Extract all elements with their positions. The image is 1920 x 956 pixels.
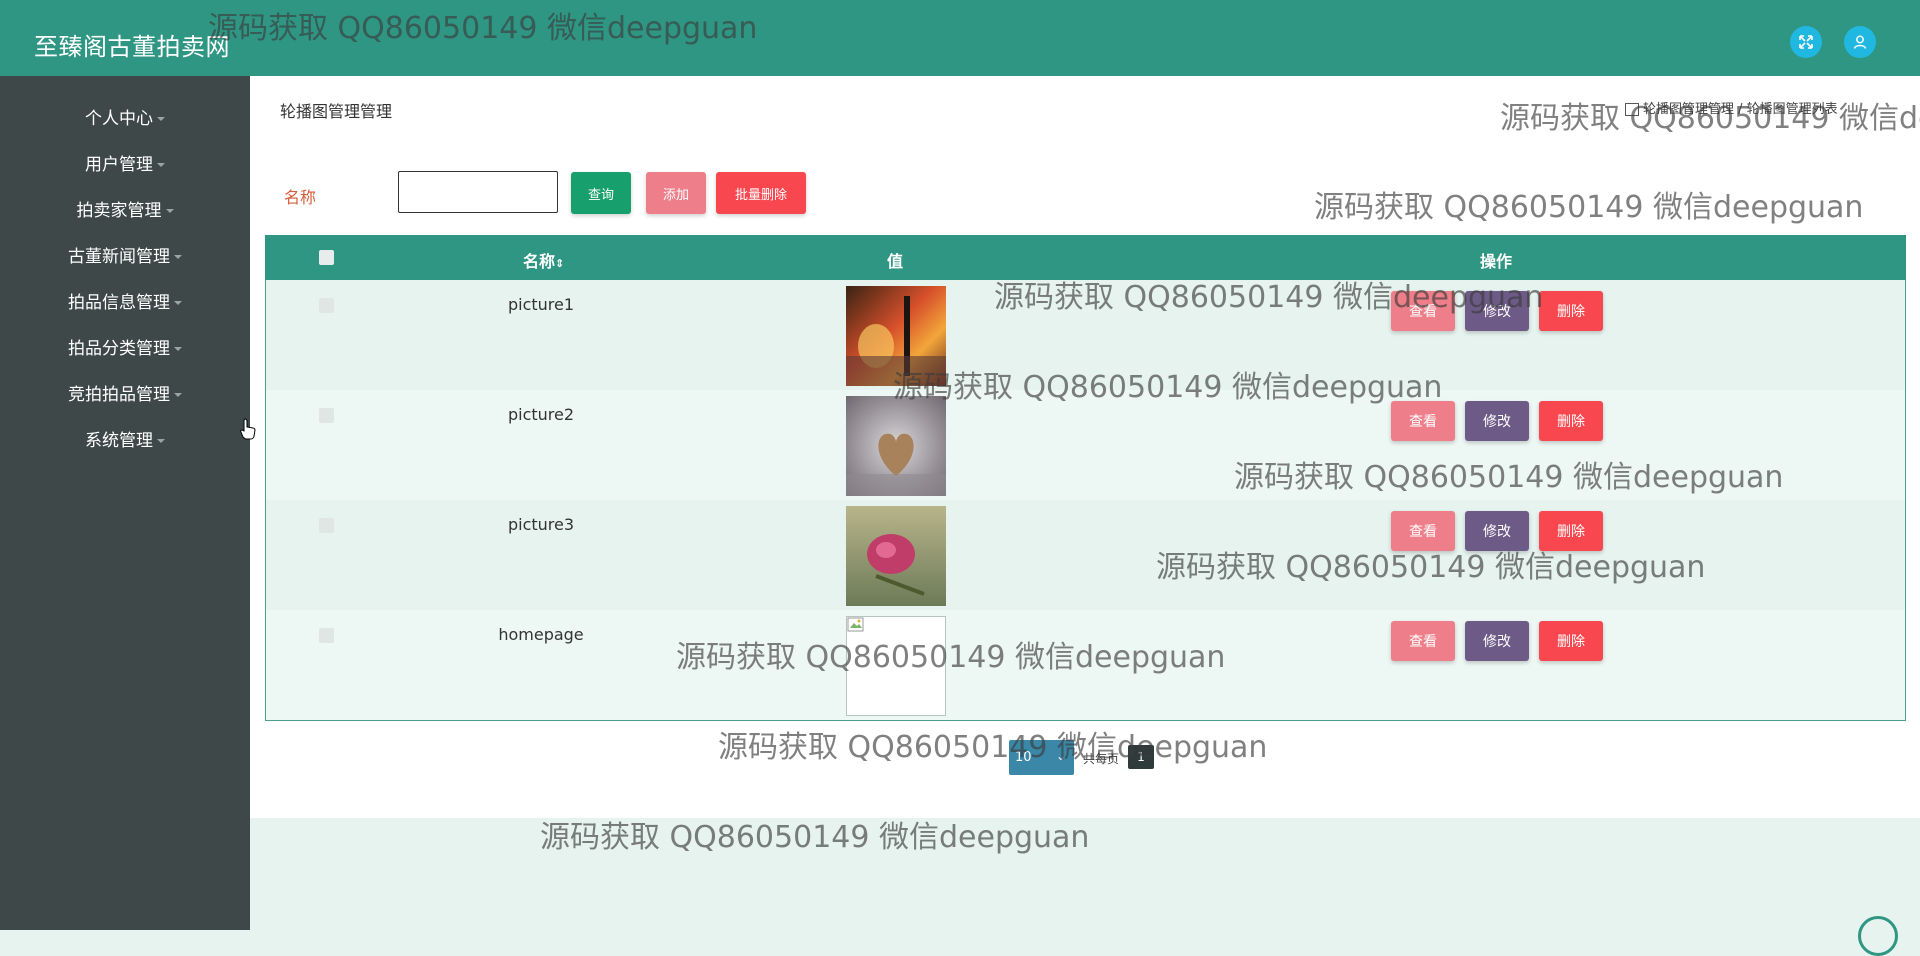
page-number-current[interactable]: 1: [1128, 745, 1154, 769]
sidebar-item-auctioneers[interactable]: 拍卖家管理: [0, 188, 250, 234]
row-image: [846, 286, 946, 386]
sidebar-item-users[interactable]: 用户管理: [0, 142, 250, 188]
select-all-checkbox[interactable]: [319, 250, 334, 265]
view-button[interactable]: 查看: [1391, 291, 1455, 331]
row-image: [846, 396, 946, 496]
delete-button[interactable]: 删除: [1539, 291, 1603, 331]
query-button[interactable]: 查询: [571, 172, 631, 214]
caret-down-icon: [174, 393, 182, 397]
table-row: homepage 查看 修改 删除: [266, 610, 1905, 720]
sidebar-item-label: 拍卖家管理: [76, 201, 162, 221]
row-checkbox[interactable]: [319, 408, 334, 423]
pointer-cursor-icon: [240, 418, 256, 444]
sidebar-item-label: 个人中心: [85, 109, 153, 129]
page-size-value: 10: [1015, 750, 1032, 765]
content-footer-area: [250, 818, 1920, 930]
pagination-label: 共每页: [1083, 752, 1120, 766]
edit-button[interactable]: 修改: [1465, 621, 1529, 661]
home-icon: [1625, 103, 1639, 116]
sidebar-item-label: 拍品信息管理: [68, 293, 170, 313]
caret-down-icon: [157, 117, 165, 121]
table-row: picture1 查看 修改 删除: [266, 280, 1905, 390]
add-button[interactable]: 添加: [646, 172, 706, 214]
edit-button[interactable]: 修改: [1465, 291, 1529, 331]
delete-button[interactable]: 删除: [1539, 401, 1603, 441]
chevron-down-icon: ⌄: [1055, 749, 1066, 763]
edit-button[interactable]: 修改: [1465, 511, 1529, 551]
caret-down-icon: [174, 347, 182, 351]
delete-button[interactable]: 删除: [1539, 511, 1603, 551]
row-image: [846, 506, 946, 606]
sidebar-item-label: 拍品分类管理: [68, 339, 170, 359]
top-bar: 至臻阁古董拍卖网: [0, 0, 1920, 76]
back-to-top-icon[interactable]: [1858, 916, 1898, 956]
sidebar-item-antique-news[interactable]: 古董新闻管理: [0, 234, 250, 280]
view-button[interactable]: 查看: [1391, 511, 1455, 551]
user-icon[interactable]: [1844, 26, 1876, 58]
row-name: homepage: [498, 625, 584, 644]
row-name: picture1: [507, 295, 575, 314]
search-input[interactable]: [398, 171, 558, 213]
table-header: 名称⇕ 值 操作: [265, 235, 1906, 280]
row-checkbox[interactable]: [319, 628, 334, 643]
sidebar-item-label: 古董新闻管理: [68, 247, 170, 267]
header-name[interactable]: 名称⇕: [523, 248, 564, 272]
header-actions: 操作: [1480, 252, 1513, 271]
row-checkbox[interactable]: [319, 518, 334, 533]
row-name: picture3: [507, 515, 575, 534]
sidebar-item-label: 竞拍拍品管理: [68, 385, 170, 405]
sidebar-item-label: 系统管理: [85, 431, 153, 451]
sidebar-item-lot-category[interactable]: 拍品分类管理: [0, 326, 250, 372]
view-button[interactable]: 查看: [1391, 621, 1455, 661]
table-row: picture3 查看 修改 删除: [266, 500, 1905, 610]
broken-image-icon: [846, 616, 946, 716]
edit-button[interactable]: 修改: [1465, 401, 1529, 441]
search-label: 名称: [284, 188, 317, 207]
row-name: picture2: [507, 405, 575, 424]
fullscreen-icon[interactable]: [1790, 26, 1822, 58]
breadcrumb: 轮播图管理管理 / 轮播图管理列表: [1625, 98, 1838, 117]
sidebar-item-bidding-lots[interactable]: 竞拍拍品管理: [0, 372, 250, 418]
caret-down-icon: [174, 255, 182, 259]
caret-down-icon: [165, 209, 174, 213]
delete-button[interactable]: 删除: [1539, 621, 1603, 661]
table-row: picture2 查看 修改 删除: [266, 390, 1905, 500]
breadcrumb-text[interactable]: 轮播图管理管理 / 轮播图管理列表: [1643, 102, 1838, 117]
row-checkbox[interactable]: [319, 298, 334, 313]
caret-down-icon: [174, 301, 182, 305]
page-title: 轮播图管理管理: [280, 102, 393, 121]
sidebar-item-label: 用户管理: [85, 155, 153, 175]
caret-down-icon: [157, 439, 165, 443]
app-title: 至臻阁古董拍卖网: [34, 33, 230, 61]
view-button[interactable]: 查看: [1391, 401, 1455, 441]
caret-down-icon: [157, 163, 165, 167]
sidebar-item-system[interactable]: 系统管理: [0, 418, 250, 464]
sidebar-item-personal-center[interactable]: 个人中心: [0, 96, 250, 142]
header-value: 值: [887, 252, 904, 271]
sort-icon[interactable]: ⇕: [555, 257, 564, 270]
batch-delete-button[interactable]: 批量删除: [716, 172, 806, 214]
page-size-select[interactable]: 10 ⌄: [1009, 740, 1074, 775]
sidebar-item-lot-info[interactable]: 拍品信息管理: [0, 280, 250, 326]
